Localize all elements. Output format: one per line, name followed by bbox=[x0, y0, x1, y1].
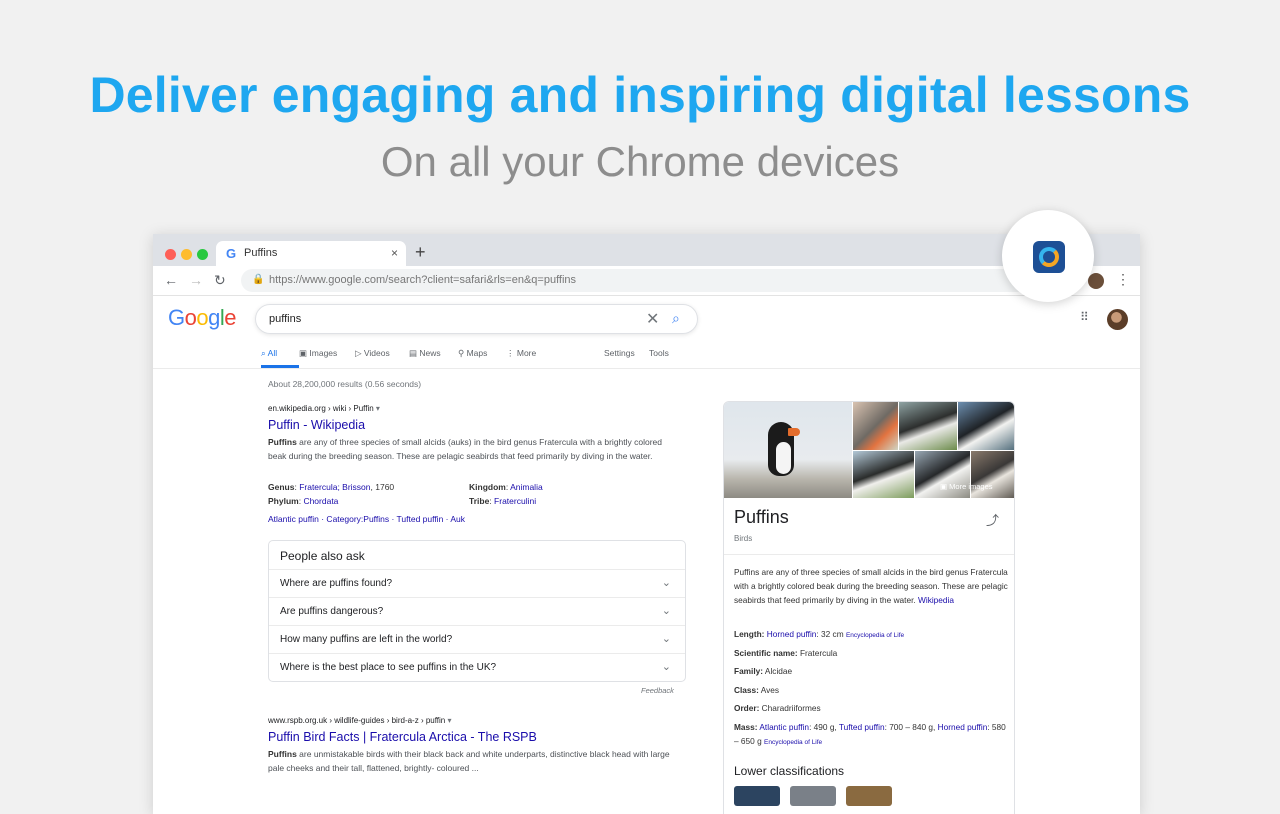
tab-all[interactable]: ⌕ All bbox=[261, 348, 277, 359]
result-title-link[interactable]: Puffin Bird Facts | Fratercula Arctica -… bbox=[268, 730, 688, 744]
hero-title: Deliver engaging and inspiring digital l… bbox=[89, 67, 1191, 123]
paa-question[interactable]: Are puffins dangerous? ⌄ bbox=[269, 597, 685, 625]
result-title-link[interactable]: Puffin - Wikipedia bbox=[268, 418, 668, 432]
fact-length: Length: Horned puffin: 32 cm Encyclopedi… bbox=[734, 629, 905, 639]
result-cite: www.rspb.org.uk › wildlife-guides › bird… bbox=[268, 716, 446, 725]
tab-close-icon[interactable]: × bbox=[391, 246, 398, 260]
phylum-link[interactable]: Chordata bbox=[303, 496, 338, 506]
search-small-icon: ⌕ bbox=[261, 348, 268, 358]
tab-more[interactable]: ⋮ More bbox=[506, 348, 536, 359]
clear-search-icon[interactable]: ✕ bbox=[646, 309, 659, 329]
tab-images[interactable]: ▣ Images bbox=[299, 348, 337, 359]
puffin-thumbnail[interactable] bbox=[853, 402, 898, 450]
browser-toolbar: ← → ↻ 🔒 https://www.google.com/search?cl… bbox=[153, 266, 1140, 296]
paa-title: People also ask bbox=[280, 549, 365, 563]
close-window-dot[interactable] bbox=[165, 249, 176, 260]
tab-title: Puffins bbox=[244, 247, 278, 259]
paa-question[interactable]: How many puffins are left in the world? ⌄ bbox=[269, 625, 685, 653]
hero-subtitle: On all your Chrome devices bbox=[380, 138, 900, 185]
people-also-ask: People also ask Where are puffins found?… bbox=[268, 540, 686, 682]
tab-strip: G Puffins × + bbox=[153, 234, 1140, 266]
image-icon: ▣ bbox=[299, 348, 310, 358]
tab-videos[interactable]: ▷ Videos bbox=[355, 348, 390, 359]
forward-arrow-icon[interactable]: → bbox=[189, 272, 203, 288]
result-snippet: Puffins are unmistakable birds with thei… bbox=[268, 749, 670, 773]
minimize-window-dot[interactable] bbox=[181, 249, 192, 260]
paa-question[interactable]: Where is the best place to see puffins i… bbox=[269, 653, 685, 681]
tools-link[interactable]: Tools bbox=[649, 348, 669, 358]
google-logo[interactable]: Google bbox=[168, 305, 237, 331]
kingdom-link[interactable]: Animalia bbox=[510, 482, 543, 492]
fact-order: Order: Charadriiformes bbox=[734, 703, 821, 713]
account-avatar[interactable] bbox=[1107, 309, 1128, 330]
more-images-button[interactable]: ▣ More images bbox=[940, 482, 993, 491]
image-icon: ▣ bbox=[940, 482, 950, 491]
puffin-thumbnail[interactable] bbox=[958, 402, 1014, 450]
fact-class: Class: Aves bbox=[734, 685, 780, 695]
search-results-page: Google puffins ✕ ⌕ ⠿ ⌕ All ▣ Images ▷ Vi… bbox=[153, 296, 1140, 814]
tab-maps[interactable]: ⚲ Maps bbox=[458, 348, 487, 359]
fact-family: Family: Alcidae bbox=[734, 666, 793, 676]
lock-icon: 🔒 bbox=[252, 274, 265, 285]
back-arrow-icon[interactable]: ← bbox=[164, 272, 178, 288]
extension-logo-icon[interactable] bbox=[1033, 241, 1065, 273]
classification-thumbnail[interactable] bbox=[846, 786, 892, 806]
panel-description: Puffins are any of three species of smal… bbox=[734, 567, 1008, 605]
search-box[interactable]: puffins ✕ ⌕ bbox=[255, 304, 698, 334]
extension-highlight bbox=[1002, 210, 1094, 302]
result-cite: en.wikipedia.org › wiki › Puffin bbox=[268, 404, 374, 413]
new-tab-button[interactable]: + bbox=[415, 242, 426, 263]
puffin-thumbnail[interactable] bbox=[853, 451, 914, 498]
more-dots-icon: ⋮ bbox=[506, 348, 517, 358]
tribe-link[interactable]: Fraterculini bbox=[494, 496, 536, 506]
search-input[interactable]: puffins bbox=[269, 313, 301, 325]
fact-scientific-name: Scientific name: Fratercula bbox=[734, 648, 838, 658]
image-gallery[interactable]: ▣ More images bbox=[724, 402, 1014, 498]
classification-thumbnail[interactable] bbox=[790, 786, 836, 806]
share-icon[interactable]: ⤴ bbox=[986, 510, 999, 529]
feedback-link[interactable]: Feedback bbox=[641, 686, 674, 695]
wikipedia-link[interactable]: Wikipedia bbox=[918, 595, 954, 605]
search-result-rspb: www.rspb.org.uk › wildlife-guides › bird… bbox=[268, 716, 688, 775]
video-icon: ▷ bbox=[355, 348, 364, 358]
classification-thumbnail[interactable] bbox=[734, 786, 780, 806]
lower-classifications-heading: Lower classifications bbox=[734, 764, 845, 778]
paa-question[interactable]: Where are puffins found? ⌄ bbox=[269, 569, 685, 597]
browser-menu-icon[interactable]: ⋮ bbox=[1116, 271, 1130, 288]
chevron-down-icon: ⌄ bbox=[661, 633, 671, 645]
puffin-thumbnail[interactable] bbox=[899, 402, 957, 450]
browser-tab[interactable]: G Puffins × bbox=[216, 241, 406, 266]
puffin-main-image[interactable] bbox=[724, 402, 852, 498]
address-bar[interactable]: 🔒 https://www.google.com/search?client=s… bbox=[241, 269, 1081, 292]
sitelinks[interactable]: Atlantic puffin · Category:Puffins · Tuf… bbox=[268, 514, 465, 524]
chevron-down-icon: ⌄ bbox=[661, 661, 671, 673]
maximize-window-dot[interactable] bbox=[197, 249, 208, 260]
knowledge-panel: ▣ More images Puffins ⤴ Birds Puffins ar… bbox=[723, 401, 1015, 814]
reload-icon[interactable]: ↻ bbox=[214, 272, 226, 289]
settings-link[interactable]: Settings bbox=[604, 348, 635, 358]
genus-link[interactable]: Fratercula; Brisson bbox=[299, 482, 370, 492]
panel-title: Puffins bbox=[734, 507, 789, 527]
fact-mass: Mass: Atlantic puffin: 490 g, Tufted puf… bbox=[734, 722, 1006, 746]
profile-avatar-icon[interactable] bbox=[1088, 273, 1104, 289]
search-icon[interactable]: ⌕ bbox=[672, 310, 680, 327]
google-favicon-icon: G bbox=[226, 246, 237, 261]
news-icon: ▤ bbox=[409, 348, 420, 358]
browser-window: G Puffins × + ← → ↻ 🔒 https://www.google… bbox=[153, 234, 1140, 814]
chevron-down-icon: ⌄ bbox=[661, 577, 671, 589]
url-text: https://www.google.com/search?client=saf… bbox=[269, 274, 577, 286]
search-result-wikipedia: en.wikipedia.org › wiki › Puffin ▾ Puffi… bbox=[268, 404, 668, 463]
caret-down-icon[interactable]: ▾ bbox=[376, 404, 380, 413]
tab-news[interactable]: ▤ News bbox=[409, 348, 441, 359]
divider bbox=[153, 368, 1140, 369]
result-snippet: Puffins are any of three species of smal… bbox=[268, 437, 663, 461]
apps-grid-icon[interactable]: ⠿ bbox=[1080, 310, 1089, 324]
caret-down-icon[interactable]: ▾ bbox=[447, 716, 451, 725]
map-pin-icon: ⚲ bbox=[458, 348, 467, 358]
result-stats: About 28,200,000 results (0.56 seconds) bbox=[268, 379, 422, 389]
chevron-down-icon: ⌄ bbox=[661, 605, 671, 617]
panel-subtitle: Birds bbox=[734, 534, 753, 543]
divider bbox=[724, 554, 1014, 555]
